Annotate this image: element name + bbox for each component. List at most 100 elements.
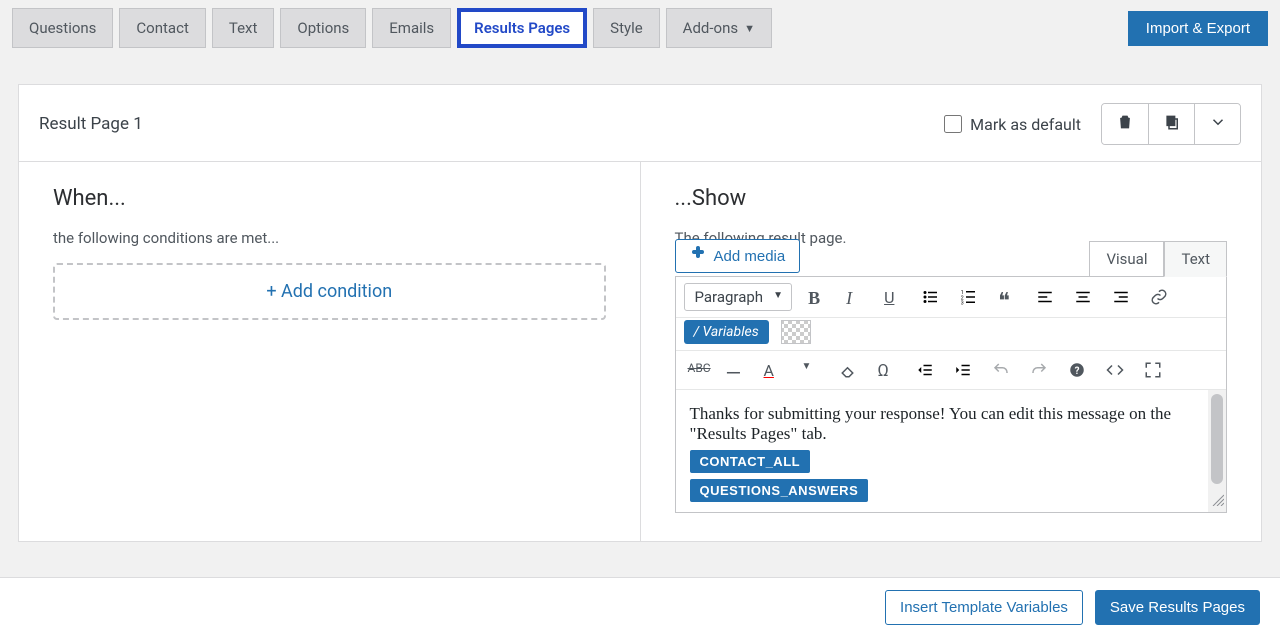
- card-title: Result Page 1: [39, 114, 944, 134]
- add-media-button[interactable]: Add media: [675, 239, 801, 273]
- chevron-down-icon: [1209, 113, 1227, 135]
- copy-icon: [1163, 113, 1181, 135]
- show-heading: ...Show: [675, 186, 1228, 211]
- strikethrough-icon: ABC: [688, 361, 706, 379]
- omega-icon: Ω: [878, 361, 896, 379]
- clear-format-button[interactable]: [836, 357, 862, 383]
- bold-button[interactable]: B: [804, 284, 830, 310]
- tab-label: Results Pages: [474, 19, 570, 37]
- mark-default-checkbox[interactable]: [944, 115, 962, 133]
- tab-text[interactable]: Text: [212, 8, 275, 48]
- svg-text:3: 3: [961, 301, 964, 307]
- top-tabs-row: Questions Contact Text Options Emails Re…: [0, 0, 1280, 56]
- tab-addons[interactable]: Add-ons ▼: [666, 8, 772, 48]
- underline-button[interactable]: U: [880, 284, 906, 310]
- editor-mode-tabs: Visual Text: [1089, 241, 1227, 277]
- tab-contact[interactable]: Contact: [119, 8, 205, 48]
- indent-icon: [954, 361, 972, 379]
- editor-tab-visual[interactable]: Visual: [1089, 241, 1164, 277]
- bold-icon: B: [808, 288, 826, 306]
- number-list-button[interactable]: 123: [956, 284, 982, 310]
- mark-default-label: Mark as default: [970, 115, 1081, 134]
- fullscreen-button[interactable]: [1140, 357, 1166, 383]
- add-condition-label: + Add condition: [266, 281, 392, 302]
- italic-button[interactable]: I: [842, 284, 868, 310]
- editor-content-wrap: Thanks for submitting your response! You…: [676, 390, 1227, 512]
- strikethrough-button[interactable]: ABC: [684, 357, 710, 383]
- tab-questions[interactable]: Questions: [12, 8, 113, 48]
- mark-default-toggle[interactable]: Mark as default: [944, 115, 1081, 134]
- scroll-thumb[interactable]: [1211, 394, 1223, 484]
- button-label: Save Results Pages: [1110, 599, 1245, 616]
- help-button[interactable]: ?: [1064, 357, 1090, 383]
- save-results-pages-button[interactable]: Save Results Pages: [1095, 590, 1260, 625]
- tab-results-pages[interactable]: Results Pages: [457, 8, 587, 48]
- editor-content[interactable]: Thanks for submitting your response! You…: [676, 390, 1227, 512]
- special-char-button[interactable]: Ω: [874, 357, 900, 383]
- editor-tab-text[interactable]: Text: [1164, 241, 1227, 277]
- text-color-button[interactable]: A: [760, 357, 786, 383]
- undo-icon: [992, 361, 1010, 379]
- button-label: Insert Template Variables: [900, 599, 1068, 616]
- tab-label: Visual: [1106, 250, 1147, 268]
- undo-button[interactable]: [988, 357, 1014, 383]
- tab-emails[interactable]: Emails: [372, 8, 451, 48]
- link-button[interactable]: [1146, 284, 1172, 310]
- when-subtext: the following conditions are met...: [53, 229, 606, 247]
- eraser-icon: [840, 361, 858, 379]
- card-action-group: [1101, 103, 1241, 145]
- show-panel: ...Show The following result page. Add m…: [640, 162, 1262, 541]
- variables-chip[interactable]: / Variables: [684, 320, 769, 344]
- chevron-down-icon: ▼: [744, 22, 755, 35]
- result-page-card: Result Page 1 Mark as default: [18, 84, 1262, 542]
- add-media-label: Add media: [714, 248, 786, 265]
- align-left-icon: [1036, 288, 1054, 306]
- blockquote-button[interactable]: ❝: [994, 284, 1020, 310]
- bottom-action-bar: Insert Template Variables Save Results P…: [0, 577, 1280, 637]
- tab-label: Emails: [389, 19, 434, 37]
- horizontal-rule-icon: —: [726, 361, 744, 379]
- media-icon: [690, 246, 706, 266]
- variable-token[interactable]: CONTACT_ALL: [690, 450, 811, 473]
- delete-button[interactable]: [1102, 104, 1148, 144]
- number-list-icon: 123: [960, 288, 978, 306]
- hr-button[interactable]: —: [722, 357, 748, 383]
- align-left-button[interactable]: [1032, 284, 1058, 310]
- help-icon: ?: [1068, 361, 1086, 379]
- align-center-button[interactable]: [1070, 284, 1096, 310]
- bullet-list-button[interactable]: [918, 284, 944, 310]
- tab-label: Style: [610, 19, 643, 37]
- tab-label: Text: [1181, 250, 1210, 268]
- redo-button[interactable]: [1026, 357, 1052, 383]
- tab-label: Options: [297, 19, 349, 37]
- align-right-icon: [1112, 288, 1130, 306]
- text-color-dropdown[interactable]: ▼: [798, 357, 824, 383]
- italic-icon: I: [846, 288, 864, 306]
- variable-token[interactable]: QUESTIONS_ANSWERS: [690, 479, 869, 502]
- insert-template-variables-button[interactable]: Insert Template Variables: [885, 590, 1083, 625]
- format-select[interactable]: Paragraph ▼: [684, 283, 793, 311]
- outdent-button[interactable]: [912, 357, 938, 383]
- editor-toolbar-top: Add media Visual Text: [675, 239, 1228, 277]
- resize-handle[interactable]: [1210, 492, 1224, 510]
- format-select-value: Paragraph: [695, 288, 764, 306]
- panels-row: When... the following conditions are met…: [19, 162, 1261, 541]
- indent-button[interactable]: [950, 357, 976, 383]
- outdent-icon: [916, 361, 934, 379]
- tab-label: Text: [229, 19, 258, 37]
- tabs-group: Questions Contact Text Options Emails Re…: [12, 8, 1128, 48]
- tab-options[interactable]: Options: [280, 8, 366, 48]
- color-swatch-button[interactable]: [781, 320, 811, 344]
- align-right-button[interactable]: [1108, 284, 1134, 310]
- collapse-button[interactable]: [1194, 104, 1240, 144]
- import-export-button[interactable]: Import & Export: [1128, 11, 1268, 46]
- variables-chip-label: / Variables: [694, 324, 759, 340]
- tab-style[interactable]: Style: [593, 8, 660, 48]
- editor-toolbar-row-2: ABC — A ▼ Ω ?: [676, 351, 1227, 390]
- duplicate-button[interactable]: [1148, 104, 1194, 144]
- bullet-list-icon: [922, 288, 940, 306]
- fullscreen-icon: [1144, 361, 1162, 379]
- code-button[interactable]: [1102, 357, 1128, 383]
- redo-icon: [1030, 361, 1048, 379]
- add-condition-button[interactable]: + Add condition: [53, 263, 606, 320]
